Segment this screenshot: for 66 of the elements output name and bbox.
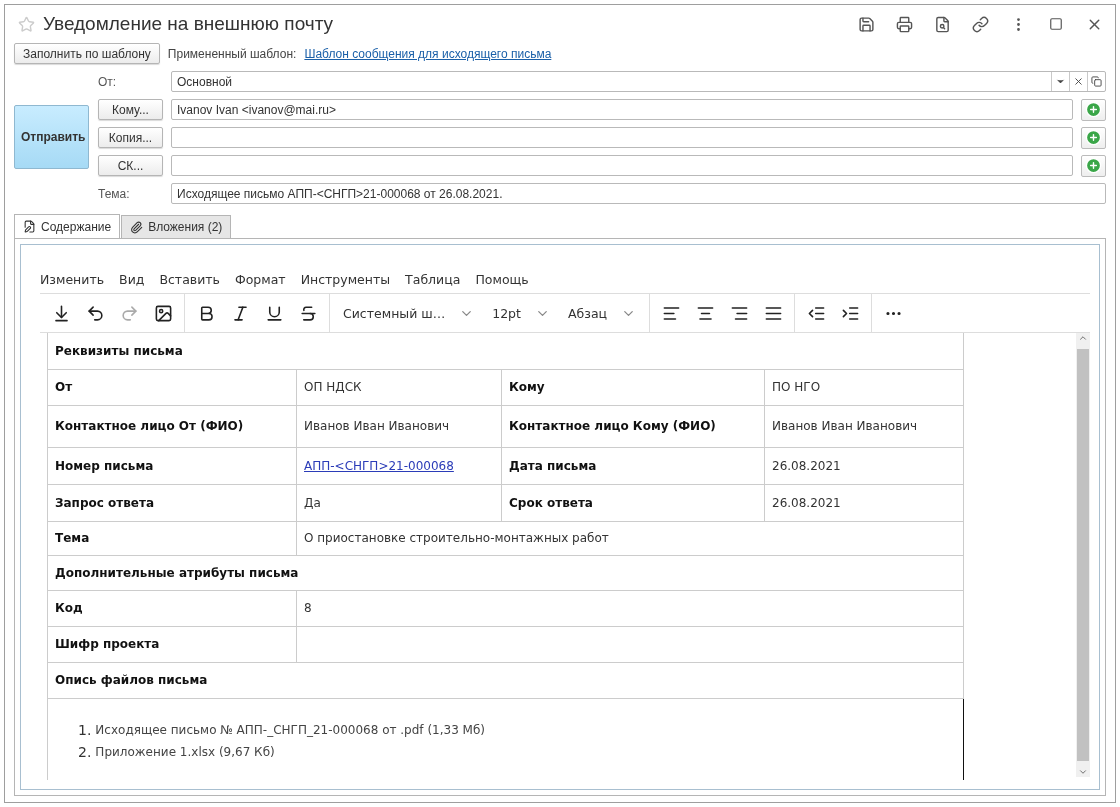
list-number: 2. <box>78 743 92 760</box>
add-button[interactable] <box>1081 98 1106 121</box>
fill-template-button[interactable]: Заполнить по шаблону <box>14 43 160 64</box>
scroll-up-icon[interactable] <box>1078 333 1088 343</box>
recipient-button[interactable]: СК... <box>98 155 163 176</box>
template-link[interactable]: Шаблон сообщения для исходящего письма <box>304 46 552 61</box>
subject-field[interactable]: Исходящее письмо АПП-<СНГП>21-000068 от 26.08.2021. <box>171 183 1106 204</box>
scrollbar[interactable] <box>1076 333 1090 777</box>
window-title: Уведомление на внешнюю почту <box>43 13 335 35</box>
label-cell: Контактное лицо От (ФИО) <box>47 405 297 447</box>
value-cell: ОП НДСК <box>296 369 502 405</box>
label-cell: Срок ответа <box>501 484 765 521</box>
tab[interactable]: Вложения (2) <box>121 215 232 239</box>
recipient-button[interactable]: Копия... <box>98 127 163 148</box>
recipient-field[interactable] <box>171 127 1073 148</box>
from-field[interactable]: Основной <box>171 71 1106 92</box>
template-label: Примененный шаблон: <box>167 46 297 61</box>
value-cell: ПО НГО <box>764 369 964 405</box>
label-cell: Тема <box>47 521 297 555</box>
dropdown[interactable]: Системный ш… <box>337 305 481 321</box>
section-heading: Реквизиты письма <box>47 333 964 369</box>
menu-item[interactable]: Вставить <box>159 272 220 287</box>
tab[interactable]: Содержание <box>14 214 121 239</box>
value-cell: 26.08.2021 <box>764 447 964 484</box>
open-icon[interactable] <box>1087 72 1105 91</box>
value-cell: Да <box>296 484 502 521</box>
label-cell: Кому <box>501 369 765 405</box>
from-label: От: <box>98 74 118 89</box>
menu-item[interactable]: Вид <box>119 272 145 287</box>
document-icon <box>23 220 36 233</box>
file-entry: Исходящее письмо № АПП-_СНГП_21-000068 от .pdf (1,33 Мб) <box>95 722 486 737</box>
label-cell: Дата письма <box>501 447 765 484</box>
editor[interactable] <box>20 244 1100 790</box>
recipient-button[interactable]: Кому... <box>98 99 163 120</box>
value-cell: Иванов Иван Иванович <box>764 405 964 447</box>
add-button[interactable] <box>1081 154 1106 177</box>
paperclip-icon <box>130 220 144 234</box>
label-cell: Контактное лицо Кому (ФИО) <box>501 405 765 447</box>
label-cell: Номер письма <box>47 447 297 484</box>
list-number: 1. <box>78 721 92 738</box>
letter-link[interactable]: АПП-<СНГП>21-000068 <box>304 458 454 473</box>
recipient-field[interactable]: Ivanov Ivan <ivanov@mai.ru> <box>171 99 1073 120</box>
label-cell: Запрос ответа <box>47 484 297 521</box>
add-button[interactable] <box>1081 126 1106 149</box>
menu-item[interactable]: Таблица <box>405 272 461 287</box>
label-cell: Код <box>47 590 297 626</box>
section-heading: Опись файлов письма <box>47 662 964 698</box>
menu-item[interactable]: Изменить <box>40 272 105 287</box>
value-cell: 8 <box>296 590 964 626</box>
recipient-field[interactable] <box>171 155 1073 176</box>
label-cell: Шифр проекта <box>47 626 297 662</box>
send-button[interactable]: Отправить <box>14 104 89 169</box>
file-entry: Приложение 1.xlsx (9,67 Кб) <box>95 744 275 759</box>
dropdown[interactable]: Абзац <box>561 305 643 321</box>
dropdown[interactable]: 12pt <box>486 305 556 321</box>
scroll-down-icon[interactable] <box>1078 767 1088 777</box>
menu-item[interactable]: Инструменты <box>300 272 391 287</box>
subject-label: Тема: <box>98 186 131 201</box>
section-heading: Дополнительные атрибуты письма <box>47 555 964 590</box>
star-icon[interactable] <box>18 15 35 33</box>
label-cell: От <box>47 369 297 405</box>
menu-item[interactable]: Помощь <box>475 272 529 287</box>
value-cell: О приостановке строительно-монтажных работ <box>296 521 964 555</box>
menu-item[interactable]: Формат <box>234 272 286 287</box>
value-cell: 26.08.2021 <box>764 484 964 521</box>
value-cell: Иванов Иван Иванович <box>296 405 502 447</box>
